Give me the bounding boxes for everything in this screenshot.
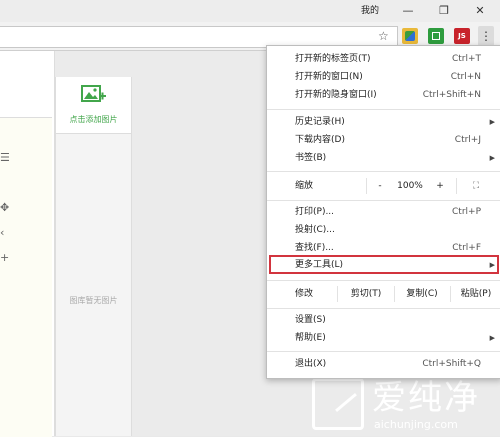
menu-item-settings[interactable]: 设置(S) [267, 312, 500, 329]
left-panel: ☰ ✥ ‹ + [0, 51, 55, 437]
menu-item-label: 历史记录(H) [295, 117, 345, 127]
menu-item-new-window[interactable]: 打开新的窗口(N) Ctrl+N [267, 69, 500, 86]
menu-item-shortcut: Ctrl+Shift+N [422, 90, 481, 100]
menu-item-downloads[interactable]: 下载内容(D) Ctrl+J [267, 132, 500, 149]
menu-item-new-tab[interactable]: 打开新的标签页(T) Ctrl+T [267, 51, 500, 68]
menu-item-label: 打开新的隐身窗口(I) [295, 90, 377, 100]
menu-item-history[interactable]: 历史记录(H) ▶ [267, 114, 500, 131]
copy-button[interactable]: 复制(C) [397, 283, 447, 305]
zoom-divider [366, 178, 367, 194]
highlight-box [269, 255, 499, 274]
minimize-button[interactable]: — [396, 2, 420, 20]
submenu-arrow-icon: ▶ [489, 334, 495, 342]
restore-button[interactable]: ❐ [432, 2, 456, 20]
menu-item-incognito-window[interactable]: 打开新的隐身窗口(I) Ctrl+Shift+N [267, 87, 500, 104]
menu-item-label: 投射(C)... [295, 225, 335, 235]
menu-separator [267, 171, 500, 172]
menu-item-bookmarks[interactable]: 书签(B) ▶ [267, 150, 500, 167]
edit-divider [394, 286, 395, 302]
menu-separator [267, 109, 500, 110]
close-window-button[interactable]: ✕ [468, 2, 492, 20]
window-titlebar: 我的 — ❐ ✕ [0, 0, 500, 22]
menu-item-help[interactable]: 帮助(E) ▶ [267, 330, 500, 347]
menu-separator [267, 351, 500, 352]
menu-separator [267, 280, 500, 281]
menu-zoom-row: 缩放 - 100% + ⛶ [267, 175, 500, 197]
user-profile-button[interactable]: 我的 [358, 4, 382, 19]
add-image-tile[interactable]: 点击添加图片 [56, 77, 131, 134]
zoom-label: 缩放 [295, 181, 314, 191]
watermark-logo-slash [335, 392, 357, 413]
watermark-url: aichunjing.com [374, 418, 458, 431]
menu-item-exit[interactable]: 退出(X) Ctrl+Shift+Q [267, 356, 500, 373]
menu-item-label: 帮助(E) [295, 333, 326, 343]
menu-separator [267, 200, 500, 201]
extension-js-icon[interactable]: JS [454, 28, 470, 44]
extension-photos-glyph [405, 31, 415, 41]
paste-button[interactable]: 粘贴(P) [453, 283, 499, 305]
watermark-brand: 爱纯净 [372, 378, 480, 418]
menu-lines-icon[interactable]: ☰ [0, 151, 10, 164]
menu-item-label: 退出(X) [295, 359, 327, 369]
zoom-level: 100% [397, 181, 423, 191]
menu-item-shortcut: Ctrl+P [452, 207, 481, 217]
menu-item-label: 书签(B) [295, 153, 327, 163]
menu-item-shortcut: Ctrl+Shift+Q [422, 359, 481, 369]
zoom-divider [456, 178, 457, 194]
menu-item-shortcut: Ctrl+N [450, 72, 481, 82]
submenu-arrow-icon: ▶ [489, 154, 495, 162]
menu-edit-row: 修改 剪切(T) 复制(C) 粘贴(P) [267, 283, 500, 305]
fullscreen-icon[interactable]: ⛶ [467, 175, 485, 197]
chrome-context-menu: 打开新的标签页(T) Ctrl+T 打开新的窗口(N) Ctrl+N 打开新的隐… [266, 45, 500, 379]
menu-item-label: 打开新的窗口(N) [295, 72, 363, 82]
menu-item-label: 打开新的标签页(T) [295, 54, 371, 64]
menu-item-shortcut: Ctrl+T [451, 54, 481, 64]
add-image-label: 点击添加图片 [69, 115, 118, 124]
chrome-menu-button[interactable]: ⋮ [478, 26, 494, 46]
bookmark-star-icon[interactable]: ☆ [378, 29, 389, 43]
extension-photos-icon[interactable] [402, 28, 418, 44]
empty-library-label: 图库暂无图片 [69, 296, 118, 305]
menu-item-shortcut: Ctrl+J [454, 135, 481, 145]
watermark: 爱纯净 aichunjing.com [308, 378, 500, 436]
menu-separator [267, 308, 500, 309]
zoom-out-button[interactable]: - [373, 175, 387, 197]
menu-item-label: 设置(S) [295, 315, 326, 325]
menu-item-print[interactable]: 打印(P)... Ctrl+P [267, 204, 500, 221]
menu-item-cast[interactable]: 投射(C)... [267, 222, 500, 239]
left-panel-body: ☰ ✥ ‹ + [0, 117, 52, 437]
edit-divider [450, 286, 451, 302]
move-icon[interactable]: ✥ [0, 201, 9, 214]
image-library-panel: 点击添加图片 图库暂无图片 [55, 77, 132, 436]
menu-item-label: 打印(P)... [295, 207, 335, 217]
chevron-left-icon[interactable]: ‹ [0, 226, 4, 239]
watermark-logo-icon [312, 378, 364, 430]
zoom-in-button[interactable]: + [433, 175, 447, 197]
extension-green-icon[interactable] [428, 28, 444, 44]
submenu-arrow-icon: ▶ [489, 118, 495, 126]
menu-item-label: 下载内容(D) [295, 135, 345, 145]
add-image-icon [81, 85, 106, 102]
extension-green-glyph [432, 32, 440, 40]
edit-label: 修改 [295, 289, 314, 299]
cut-button[interactable]: 剪切(T) [341, 283, 391, 305]
edit-divider [337, 286, 338, 302]
plus-icon[interactable]: + [0, 251, 9, 264]
